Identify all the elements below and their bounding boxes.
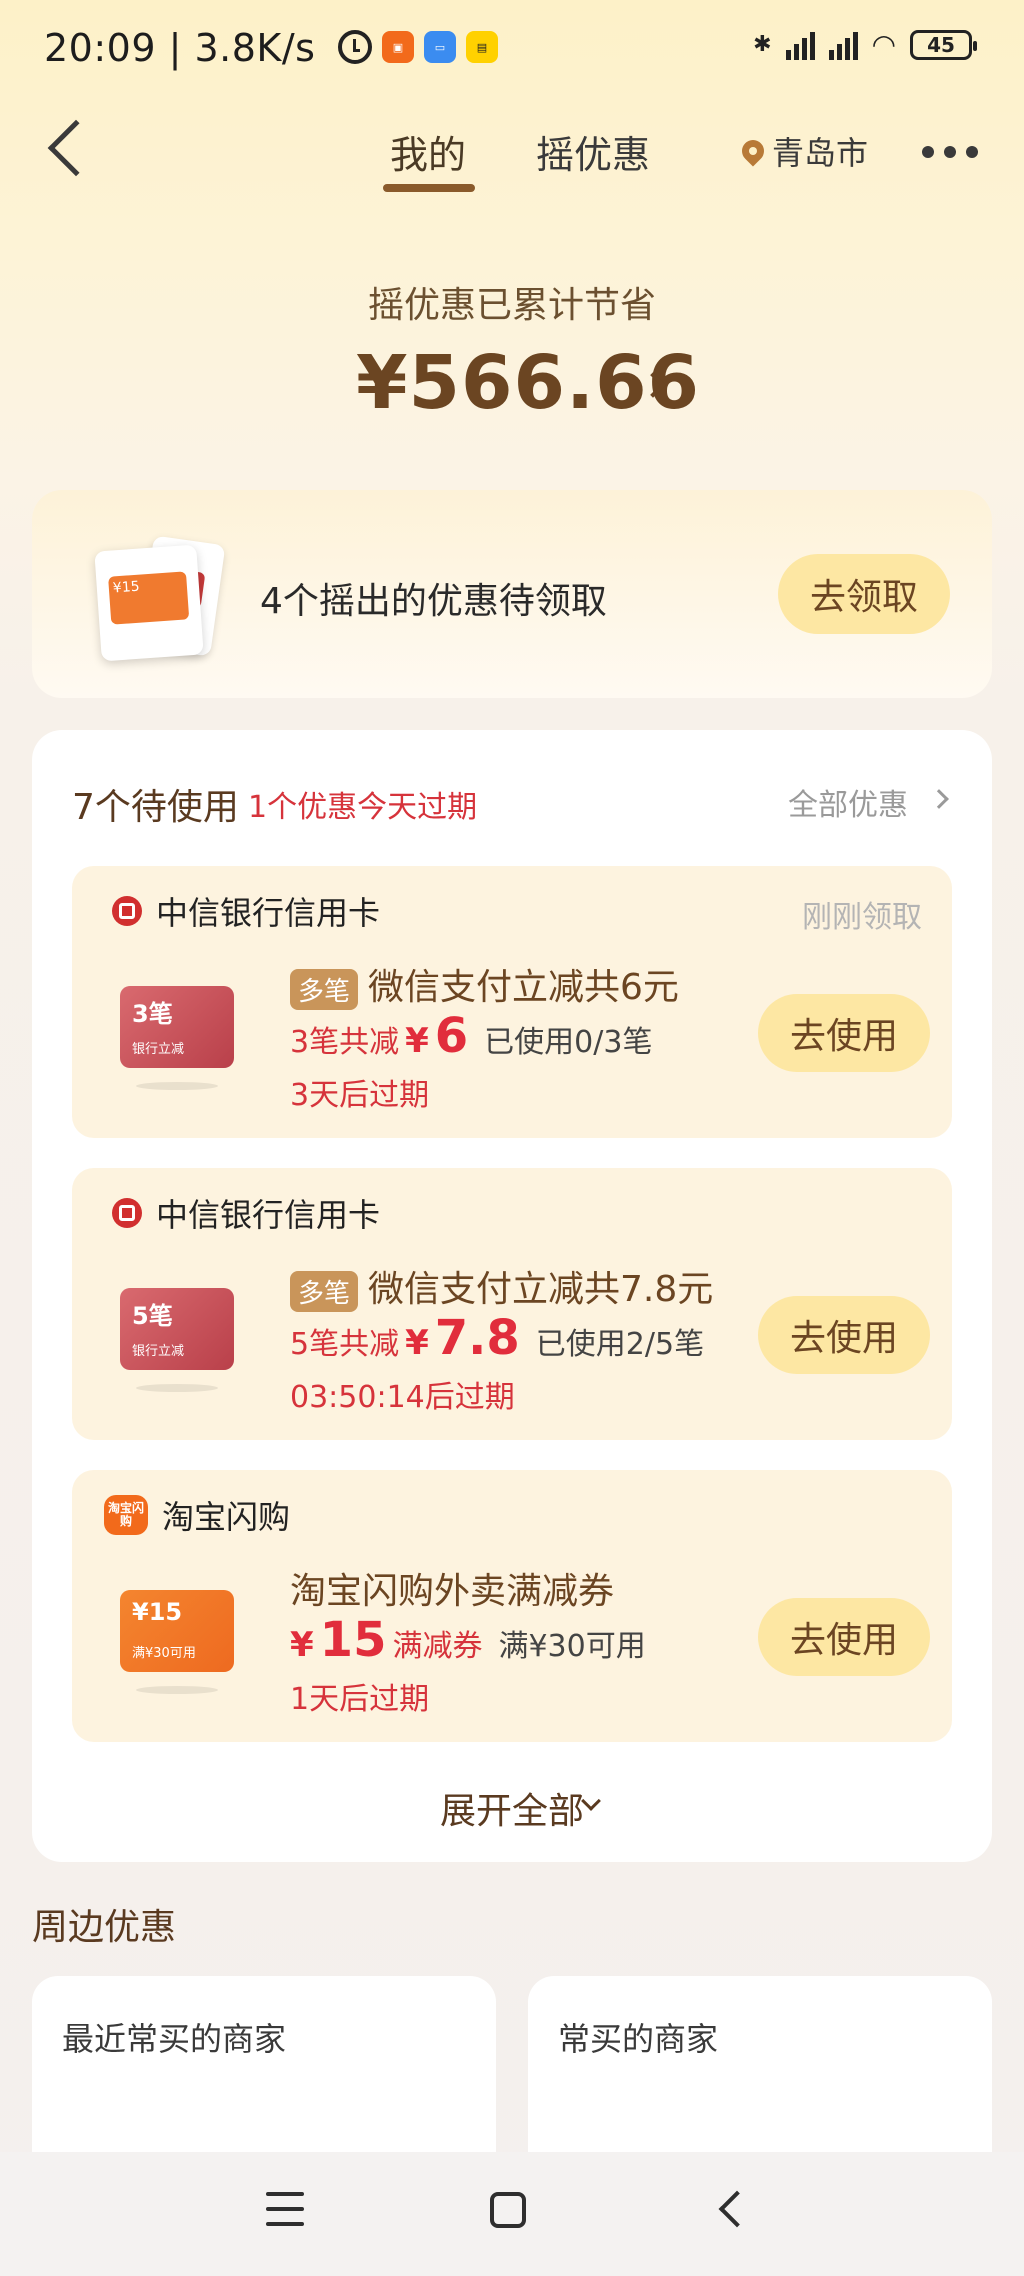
coupon-title: 多笔 微信支付立减共7.8元 xyxy=(290,1260,713,1312)
wifi-icon: ◠ xyxy=(871,28,896,61)
recent-merchants-card[interactable]: 最近常买的商家 xyxy=(32,1976,496,2176)
home-icon[interactable] xyxy=(490,2192,526,2228)
taobao-flash-app-icon: ▣ xyxy=(382,31,414,63)
tab-shake-deals[interactable]: 摇优惠 xyxy=(536,124,650,179)
status-time: 20:09 | 3.8K/s xyxy=(44,26,316,70)
coupon-title: 淘宝闪购外卖满减券 xyxy=(290,1571,615,1612)
expiring-notice: 1个优惠今天过期 xyxy=(248,790,478,825)
coupon-brand: 中信银行信用卡 xyxy=(112,888,380,934)
wallet-app-icon: ▭ xyxy=(424,31,456,63)
signal-icon xyxy=(785,30,815,60)
frequent-merchants-card[interactable]: 常买的商家 xyxy=(528,1976,992,2176)
tab-mine[interactable]: 我的 xyxy=(390,124,466,179)
battery-icon: 45 xyxy=(910,29,977,60)
coupon-discount: ¥ 15 满减券 满¥30可用 xyxy=(290,1612,646,1668)
savings-label: 摇优惠已累计节省 xyxy=(367,285,656,326)
tab-underline xyxy=(383,184,475,192)
coupon-discount: 3笔共减 ¥ 6 已使用0/3笔 xyxy=(290,1008,653,1064)
claim-button[interactable]: 去领取 xyxy=(778,554,950,634)
coupon-title: 多笔 微信支付立减共6元 xyxy=(290,958,679,1010)
taobao-flash-logo-icon: 淘宝闪购 xyxy=(104,1495,148,1535)
top-nav: 我的 摇优惠 青岛市 xyxy=(0,110,1024,200)
menu-icon[interactable] xyxy=(266,2192,304,2226)
coupon-expiry: 1天后过期 xyxy=(290,1682,430,1717)
coupon-image: ¥15 满¥30可用 xyxy=(120,1590,234,1672)
back-icon[interactable] xyxy=(718,2190,756,2228)
citic-bank-logo-icon xyxy=(112,1198,142,1228)
multi-tag: 多笔 xyxy=(290,1270,359,1312)
status-app-icons: ▣ ▭ ▤ xyxy=(338,30,498,64)
system-nav-bar xyxy=(0,2152,1024,2276)
meituan-app-icon: ▤ xyxy=(466,31,498,63)
coupon-expiry: 3天后过期 xyxy=(290,1078,430,1113)
coupon-expiry: 03:50:14后过期 xyxy=(290,1380,515,1415)
nearby-offers-title: 周边优惠 xyxy=(32,1907,177,1948)
just-claimed-note: 刚刚领取 xyxy=(802,900,922,935)
coupon-item[interactable]: 淘宝闪购 淘宝闪购 ¥15 满¥30可用 淘宝闪购外卖满减券 ¥ 15 满减券 … xyxy=(72,1470,952,1742)
recent-merchants-label: 最近常买的商家 xyxy=(62,2020,287,2058)
expand-all-button[interactable]: 展开全部 xyxy=(32,1782,992,1834)
all-coupons-link[interactable]: 全部优惠 xyxy=(788,780,908,824)
coupon-discount: 5笔共减 ¥ 7.8 已使用2/5笔 xyxy=(290,1310,705,1366)
alarm-icon xyxy=(338,30,372,64)
coupon-brand: 中信银行信用卡 xyxy=(112,1190,380,1236)
status-bar: 20:09 | 3.8K/s ▣ ▭ ▤ ✱ ◠ 45 xyxy=(0,0,1024,100)
use-coupon-button[interactable]: 去使用 xyxy=(758,1598,930,1676)
pending-offers-text: 4个摇出的优惠待领取 xyxy=(260,581,607,622)
coupon-brand: 淘宝闪购 淘宝闪购 xyxy=(104,1492,290,1538)
pending-offers-illustration: ¥15 xyxy=(90,530,230,662)
coupon-image: 3笔 银行立减 xyxy=(120,986,234,1068)
location-label: 青岛市 xyxy=(772,134,869,172)
location-pin-icon xyxy=(737,135,769,167)
coupon-list-card: 7个待使用 1个优惠今天过期 全部优惠 中信银行信用卡 刚刚领取 3笔 银行立减… xyxy=(32,730,992,1862)
use-coupon-button[interactable]: 去使用 xyxy=(758,994,930,1072)
frequent-merchants-label: 常买的商家 xyxy=(558,2020,719,2058)
citic-bank-logo-icon xyxy=(112,896,142,926)
use-coupon-button[interactable]: 去使用 xyxy=(758,1296,930,1374)
back-button[interactable] xyxy=(47,119,105,177)
multi-tag: 多笔 xyxy=(290,968,359,1010)
coupon-image: 5笔 银行立减 xyxy=(120,1288,234,1370)
coupon-item[interactable]: 中信银行信用卡 5笔 银行立减 多笔 微信支付立减共7.8元 5笔共减 ¥ 7.8… xyxy=(72,1168,952,1440)
chevron-right-icon[interactable] xyxy=(929,789,949,809)
status-right: ✱ ◠ 45 xyxy=(753,28,977,61)
pending-offers-card: ¥15 4个摇出的优惠待领取 去领取 xyxy=(32,490,992,698)
coupon-item[interactable]: 中信银行信用卡 刚刚领取 3笔 银行立减 多笔 微信支付立减共6元 3笔共减 ¥ … xyxy=(72,866,952,1138)
coupon-count-title: 7个待使用 xyxy=(72,787,239,828)
location-selector[interactable]: 青岛市 xyxy=(737,128,869,174)
signal-icon xyxy=(828,30,858,60)
bluetooth-icon: ✱ xyxy=(753,32,772,57)
more-button[interactable] xyxy=(922,146,978,158)
